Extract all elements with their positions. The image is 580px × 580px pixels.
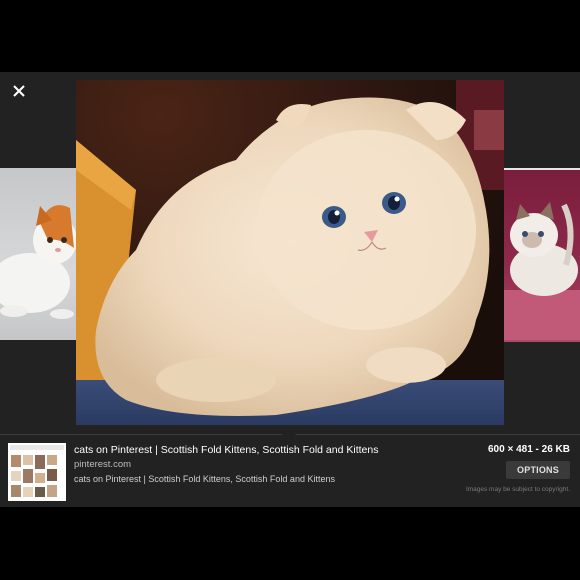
image-info-panel: cats on Pinterest | Scottish Fold Kitten… [0,428,580,507]
source-domain: pinterest.com [74,459,132,470]
pinterest-page-thumbnail [8,443,66,501]
kitten-image [76,80,504,425]
close-icon [13,85,25,97]
close-button[interactable] [10,82,28,100]
previous-image[interactable] [0,168,76,340]
copyright-notice: Images may be subject to copyright. [465,486,570,493]
image-dimensions: 600 × 481 - 26 KB [488,444,570,455]
image-viewer [0,72,580,434]
options-button[interactable]: OPTIONS [506,461,570,479]
image-description-link[interactable]: cats on Pinterest | Scottish Fold Kitten… [74,474,335,484]
main-image[interactable] [76,80,504,425]
next-image[interactable] [504,168,580,342]
source-thumbnail[interactable] [8,443,66,501]
previous-kitten-image [0,205,76,319]
image-title-link[interactable]: cats on Pinterest | Scottish Fold Kitten… [74,444,378,456]
selection-pointer [282,428,296,435]
next-kitten-image [504,202,580,340]
